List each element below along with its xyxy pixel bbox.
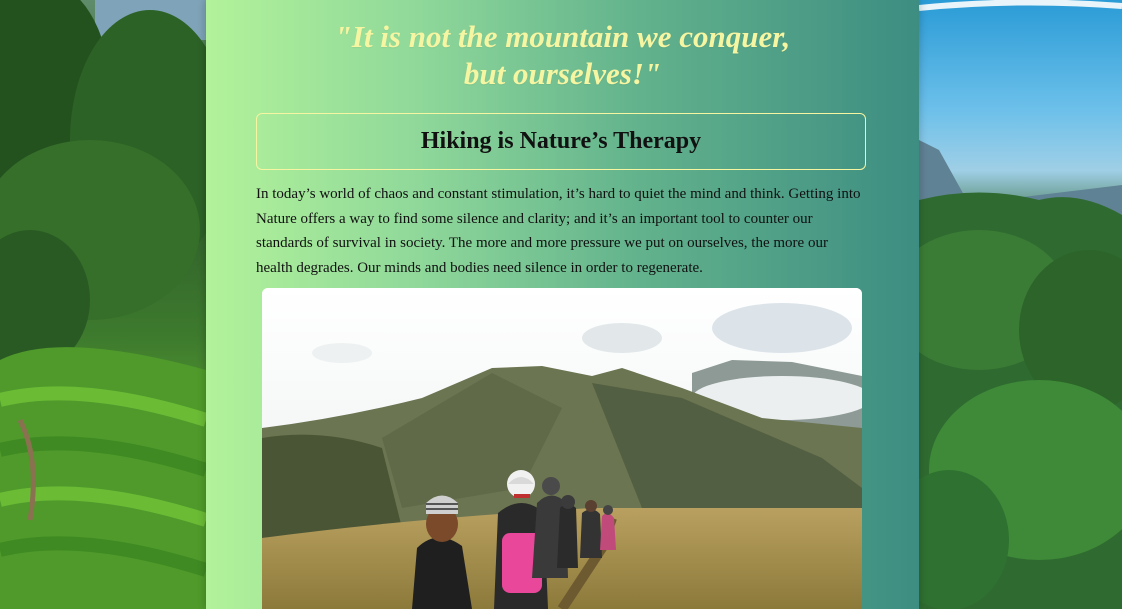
right-background-image — [919, 0, 1122, 609]
page: "It is not the mountain we conquer, but … — [0, 0, 1122, 609]
left-background-image — [0, 0, 206, 609]
hikers-photo — [262, 288, 862, 609]
section-heading: Hiking is Nature’s Therapy — [420, 128, 702, 154]
forest-scenery — [0, 0, 206, 609]
page-quote: "It is not the mountain we conquer, but … — [206, 18, 919, 92]
mountain-scenery — [919, 0, 1122, 609]
section-paragraph: In today’s world of chaos and constant s… — [256, 186, 861, 276]
content-panel: "It is not the mountain we conquer, but … — [206, 0, 919, 609]
section-heading-box: Hiking is Nature’s Therapy — [256, 113, 866, 170]
hikers-photo-illustration — [262, 288, 862, 609]
quote-line-1: "It is not the mountain we conquer, — [334, 19, 791, 54]
quote-line-2: but ourselves!" — [463, 56, 662, 91]
